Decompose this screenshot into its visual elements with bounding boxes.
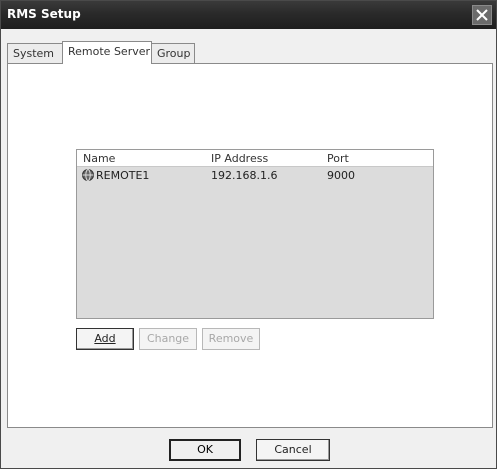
tab-remote-server[interactable]: Remote Server — [62, 41, 152, 64]
list-header: Name IP Address Port — [77, 150, 433, 167]
change-button[interactable]: Change — [139, 328, 197, 350]
remote-server-panel: Name IP Address Port REMOTE1 192.168.1.6… — [7, 63, 493, 428]
add-button[interactable]: Add — [76, 328, 134, 350]
remove-button[interactable]: Remove — [202, 328, 260, 350]
rms-setup-dialog: RMS Setup System Remote Server Group Nam… — [0, 0, 497, 469]
close-icon — [476, 9, 488, 21]
window-title: RMS Setup — [7, 7, 81, 21]
server-ip: 192.168.1.6 — [211, 169, 278, 182]
server-icon — [81, 168, 95, 185]
column-header-port[interactable]: Port — [327, 152, 349, 165]
table-row[interactable]: REMOTE1 192.168.1.6 9000 — [77, 168, 433, 184]
column-header-name[interactable]: Name — [83, 152, 115, 165]
ok-button[interactable]: OK — [169, 439, 241, 461]
server-list[interactable]: Name IP Address Port REMOTE1 192.168.1.6… — [76, 149, 434, 319]
server-name: REMOTE1 — [96, 169, 150, 182]
server-port: 9000 — [327, 169, 355, 182]
cancel-button[interactable]: Cancel — [256, 439, 330, 461]
tab-system[interactable]: System — [7, 43, 63, 63]
tab-group[interactable]: Group — [151, 43, 195, 63]
add-button-label: Add — [94, 332, 116, 345]
title-bar[interactable]: RMS Setup — [1, 1, 496, 29]
column-header-ip-address[interactable]: IP Address — [211, 152, 268, 165]
close-button[interactable] — [472, 5, 492, 25]
